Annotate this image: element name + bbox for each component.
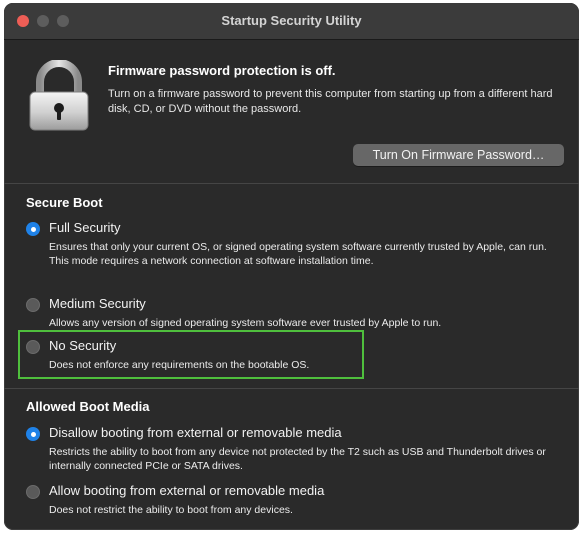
section-divider [4, 183, 579, 184]
allow-external-boot-description: Does not restrict the ability to boot fr… [49, 504, 293, 516]
disallow-external-boot-radio[interactable] [26, 427, 40, 441]
allow-external-boot-label[interactable]: Allow booting from external or removable… [49, 483, 324, 498]
firmware-description: Turn on a firmware password to prevent t… [108, 88, 553, 115]
medium-security-radio[interactable] [26, 298, 40, 312]
disallow-external-boot-label[interactable]: Disallow booting from external or remova… [49, 425, 342, 440]
title-bar[interactable]: Startup Security Utility [4, 3, 579, 40]
full-security-radio[interactable] [26, 222, 40, 236]
full-security-description: Ensures that only your current OS, or si… [49, 241, 547, 267]
medium-security-description: Allows any version of signed operating s… [49, 317, 442, 329]
disallow-external-boot-description: Restricts the ability to boot from any d… [49, 446, 546, 472]
firmware-status-heading: Firmware password protection is off. [108, 63, 336, 78]
window-title: Startup Security Utility [221, 13, 362, 28]
lock-icon [29, 60, 89, 131]
no-security-description: Does not enforce any requirements on the… [49, 359, 310, 371]
secure-boot-title: Secure Boot [26, 195, 103, 210]
startup-security-window: Startup Security Utility Firmware passwo… [4, 3, 579, 530]
full-security-label[interactable]: Full Security [49, 220, 121, 235]
no-security-label[interactable]: No Security [49, 338, 116, 353]
allow-external-boot-radio[interactable] [26, 485, 40, 499]
no-security-radio[interactable] [26, 340, 40, 354]
medium-security-label[interactable]: Medium Security [49, 296, 146, 311]
section-divider [4, 388, 579, 389]
turn-on-firmware-password-button[interactable]: Turn On Firmware Password… [353, 144, 564, 166]
boot-media-title: Allowed Boot Media [26, 399, 150, 414]
